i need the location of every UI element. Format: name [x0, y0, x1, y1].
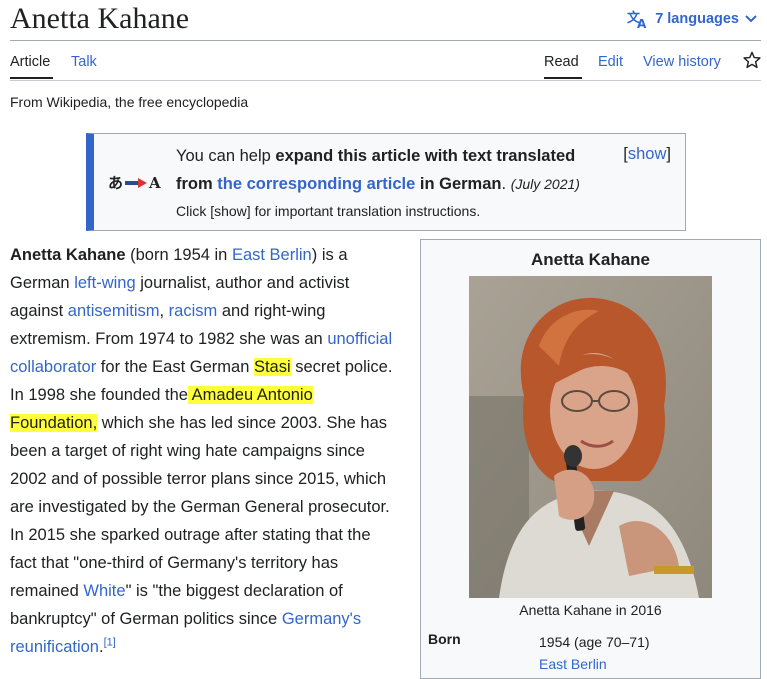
translation-notice: あ A You can help expand this article wit…	[86, 133, 686, 231]
subject-name: Anetta Kahane	[10, 246, 126, 264]
tab-article-underline	[10, 77, 53, 79]
notice-date: (July 2021)	[510, 176, 580, 192]
born-value: 1954 (age 70–71) East Berlin	[539, 631, 650, 675]
page-title: Anetta Kahane	[10, 2, 190, 35]
link-antisemitism[interactable]: antisemitism	[68, 302, 160, 320]
tab-talk[interactable]: Talk	[71, 54, 97, 70]
link-east-berlin[interactable]: East Berlin	[232, 246, 312, 264]
languages-button[interactable]: 文 A 7 languages	[627, 8, 757, 30]
translation-icon-source: あ	[108, 174, 124, 192]
born-label: Born	[428, 631, 461, 647]
tab-read-underline	[544, 77, 582, 79]
corresponding-article-link[interactable]: the corresponding article	[217, 175, 415, 193]
portrait-photo[interactable]	[469, 276, 712, 598]
tab-view-history[interactable]: View history	[643, 54, 721, 70]
link-racism[interactable]: racism	[169, 302, 218, 320]
tabs-divider	[10, 80, 761, 81]
site-tagline: From Wikipedia, the free encyclopedia	[10, 94, 249, 110]
born-date: 1954 (age 70–71)	[539, 634, 650, 650]
infobox: Anetta Kahane Anetta Kahane in 2016 Born…	[420, 239, 761, 679]
article-lead-paragraph: Anetta Kahane (born 1954 in East Berlin)…	[10, 246, 393, 656]
translate-icon: 文 A	[627, 9, 649, 29]
translation-instructions: Click [show] for important translation i…	[176, 203, 481, 219]
born-place-link[interactable]: East Berlin	[539, 656, 607, 672]
highlight-stasi: Stasi	[253, 358, 291, 376]
tab-edit[interactable]: Edit	[598, 54, 623, 70]
link-left-wing[interactable]: left-wing	[74, 274, 135, 292]
translation-notice-text: You can help expand this article with te…	[176, 147, 580, 193]
infobox-title: Anetta Kahane	[530, 250, 651, 269]
tab-article[interactable]: Article	[10, 54, 50, 70]
star-icon[interactable]	[743, 51, 761, 74]
chevron-down-icon	[745, 15, 757, 23]
translation-arrow-icon: あ A	[108, 172, 161, 193]
tab-read[interactable]: Read	[544, 54, 579, 70]
show-link[interactable]: show	[628, 145, 667, 163]
page-tabs: Article Talk Read Edit View history	[10, 41, 761, 80]
translation-icon-target: A	[149, 173, 161, 192]
reference-1[interactable]: [1]	[104, 637, 116, 649]
link-white[interactable]: White	[83, 582, 125, 600]
languages-label: 7 languages	[655, 11, 739, 27]
photo-caption: Anetta Kahane in 2016	[519, 602, 662, 618]
svg-text:A: A	[637, 17, 647, 29]
show-button[interactable]: [show]	[623, 145, 671, 164]
